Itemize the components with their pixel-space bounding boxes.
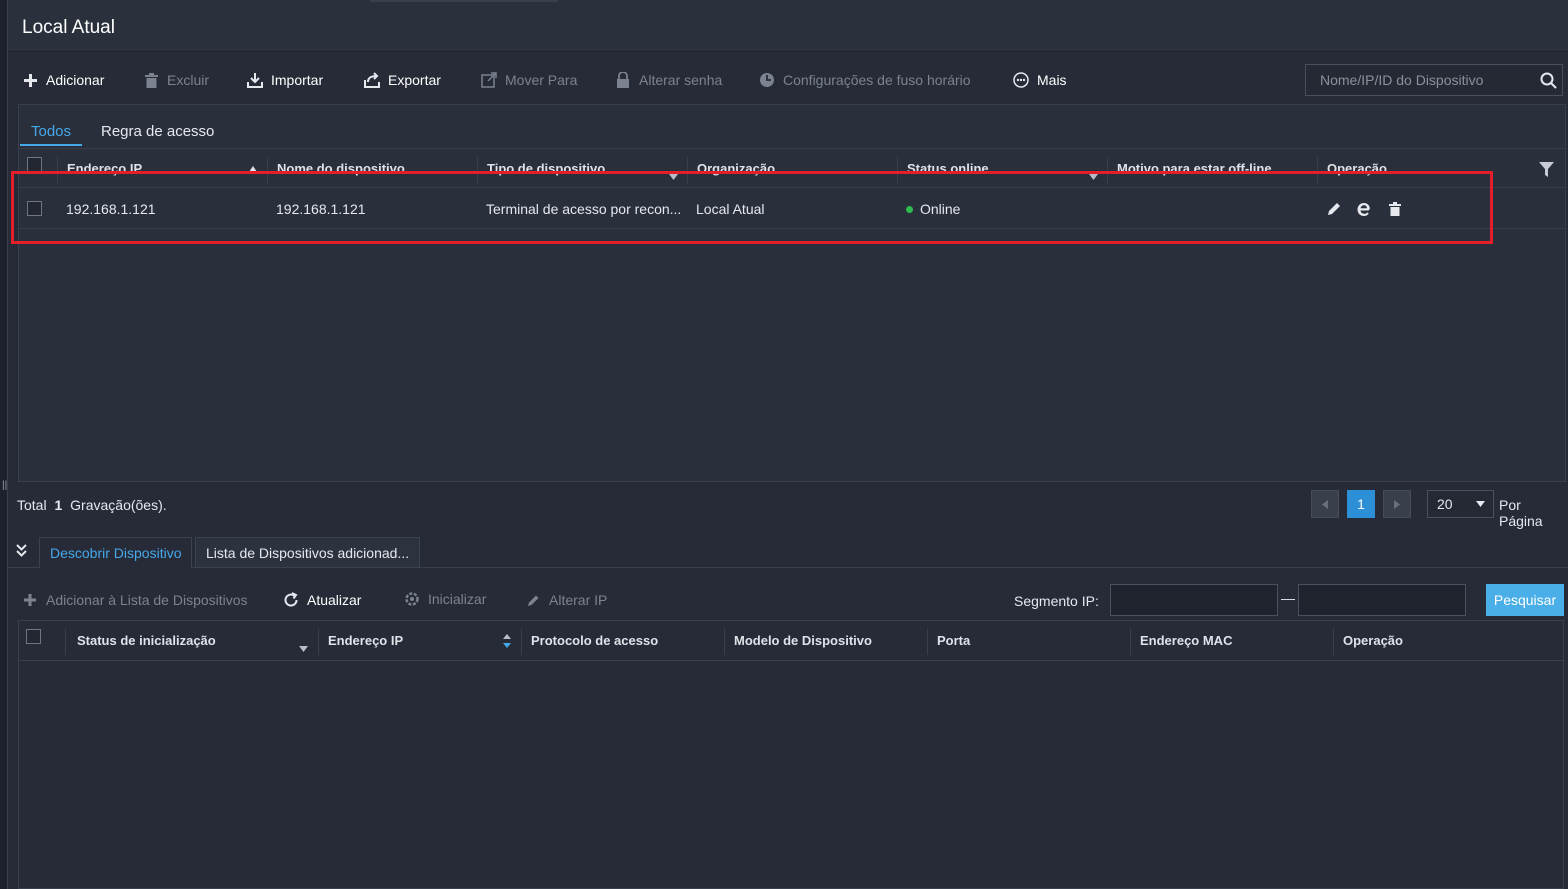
change-ip-button[interactable]: Alterar IP	[525, 592, 607, 608]
pencil-icon	[525, 592, 541, 608]
more-dots-icon	[1013, 72, 1029, 88]
column-discovery-ip[interactable]: Endereço IP	[328, 633, 403, 648]
total-count: 1	[54, 497, 63, 513]
gear-icon	[404, 591, 420, 607]
per-page-select[interactable]: 20	[1427, 490, 1494, 518]
delete-label: Excluir	[167, 72, 210, 88]
page-title: Local Atual	[22, 17, 115, 38]
tab-added-devices-list[interactable]: Lista de Dispositivos adicionad...	[195, 537, 421, 568]
tab-discover-device[interactable]: Descobrir Dispositivo	[39, 537, 193, 568]
initialize-button[interactable]: Inicializar	[404, 591, 486, 607]
tab-access-rule[interactable]: Regra de acesso	[101, 123, 214, 140]
discovery-table-header: Status de inicialização Endereço IP Prot…	[19, 621, 1563, 661]
column-init-status[interactable]: Status de inicialização	[77, 633, 216, 648]
filter-funnel-icon[interactable]	[1539, 162, 1554, 180]
search-icon[interactable]	[1534, 72, 1562, 89]
highlight-annotation	[11, 171, 1493, 244]
move-icon	[481, 72, 497, 88]
refresh-button[interactable]: Atualizar	[283, 592, 361, 608]
timezone-settings-button[interactable]: Configurações de fuso horário	[759, 72, 971, 88]
add-to-list-label: Adicionar à Lista de Dispositivos	[46, 592, 248, 608]
select-all-checkbox[interactable]	[27, 157, 42, 172]
total-suffix: Gravação(ões).	[70, 497, 167, 513]
column-discovery-operation: Operação	[1343, 633, 1403, 648]
page-number-current[interactable]: 1	[1347, 490, 1375, 518]
export-label: Exportar	[388, 72, 441, 88]
trash-icon	[143, 72, 159, 88]
ip-segment-end-input[interactable]	[1298, 584, 1466, 616]
move-to-button[interactable]: Mover Para	[481, 72, 577, 88]
timezone-label: Configurações de fuso horário	[783, 72, 971, 88]
ip-segment-label: Segmento IP:	[1014, 593, 1099, 609]
refresh-label: Atualizar	[307, 592, 362, 608]
initialize-label: Inicializar	[428, 591, 487, 607]
range-dash: —	[1281, 590, 1295, 606]
collapse-double-chevron-icon[interactable]	[16, 544, 27, 560]
lock-icon	[615, 72, 631, 88]
per-page-value: 20	[1437, 496, 1453, 512]
refresh-icon	[283, 592, 299, 608]
total-records: Total 1 Gravação(ões).	[17, 497, 167, 513]
panel-resize-handle[interactable]: ||	[2, 480, 7, 491]
chevron-down-icon	[1476, 501, 1485, 507]
export-icon	[364, 72, 380, 88]
column-device-model[interactable]: Modelo de Dispositivo	[734, 633, 872, 648]
sort-icon[interactable]	[503, 634, 511, 651]
left-panel-edge	[0, 0, 8, 889]
more-button[interactable]: Mais	[1013, 72, 1067, 88]
import-label: Importar	[271, 72, 324, 88]
move-to-label: Mover Para	[505, 72, 578, 88]
column-port[interactable]: Porta	[937, 633, 970, 648]
search-input[interactable]	[1306, 65, 1534, 95]
next-page-button[interactable]	[1383, 490, 1411, 518]
add-button[interactable]: Adicionar	[22, 72, 104, 88]
total-prefix: Total	[17, 497, 47, 513]
prev-page-button[interactable]	[1311, 490, 1339, 518]
change-password-button[interactable]: Alterar senha	[615, 72, 722, 88]
plus-icon	[22, 72, 38, 88]
column-mac-address[interactable]: Endereço MAC	[1140, 633, 1232, 648]
tab-all[interactable]: Todos	[31, 123, 71, 140]
plus-icon	[22, 592, 38, 608]
import-icon	[247, 72, 263, 88]
device-search	[1305, 64, 1563, 96]
ip-segment-start-input[interactable]	[1110, 584, 1278, 616]
add-to-device-list-button[interactable]: Adicionar à Lista de Dispositivos	[22, 592, 248, 608]
export-button[interactable]: Exportar	[364, 72, 441, 88]
add-label: Adicionar	[46, 72, 105, 88]
chevron-right-icon	[1394, 499, 1400, 509]
init-status-filter-icon[interactable]	[299, 639, 308, 655]
import-button[interactable]: Importar	[247, 72, 323, 88]
delete-button[interactable]: Excluir	[143, 72, 209, 88]
search-button[interactable]: Pesquisar	[1486, 584, 1564, 616]
clock-icon	[759, 72, 775, 88]
header-accent-line	[370, 0, 558, 2]
more-label: Mais	[1037, 72, 1067, 88]
chevron-left-icon	[1322, 499, 1328, 509]
discovery-select-all-checkbox[interactable]	[26, 629, 41, 644]
active-tab-indicator	[20, 144, 82, 146]
change-ip-label: Alterar IP	[549, 592, 608, 608]
column-access-protocol[interactable]: Protocolo de acesso	[531, 633, 658, 648]
per-page-label: Por Página	[1499, 497, 1543, 529]
page-header	[8, 0, 1568, 52]
change-password-label: Alterar senha	[639, 72, 723, 88]
